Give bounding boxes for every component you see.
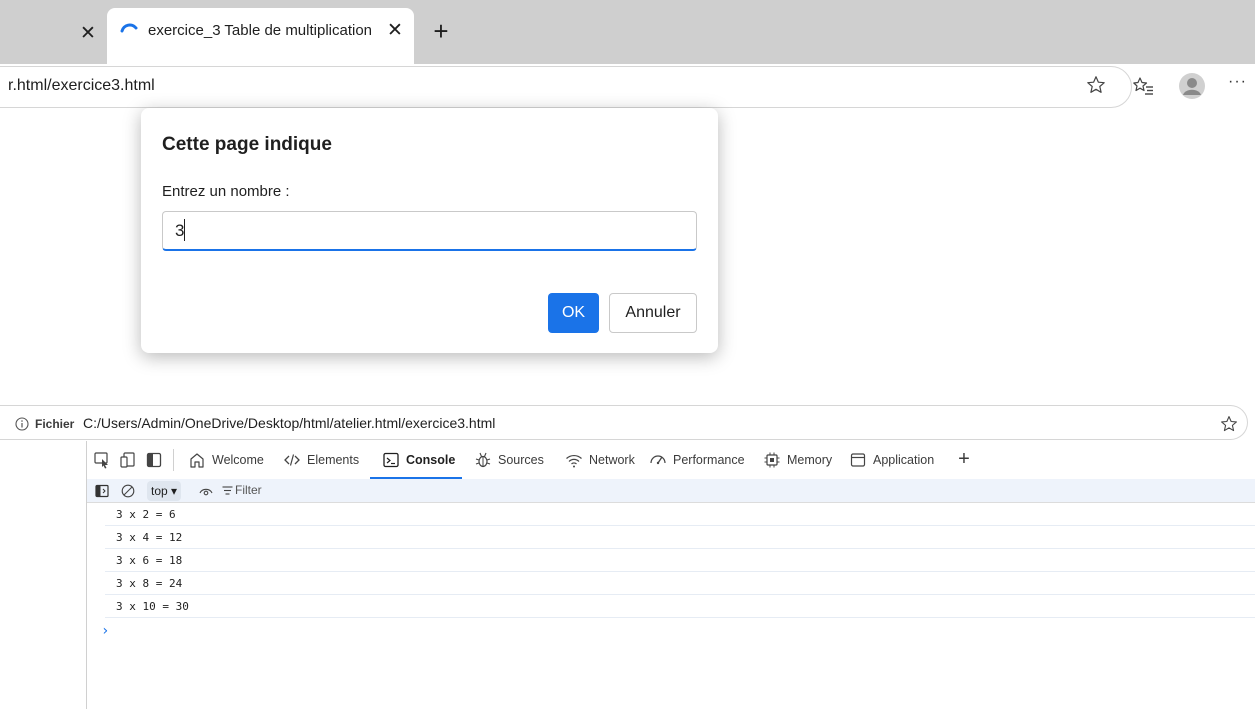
code-icon	[284, 454, 300, 466]
more-icon[interactable]: ···	[1228, 73, 1250, 95]
close-icon[interactable]: ✕	[78, 24, 98, 44]
favorites-icon[interactable]	[1133, 75, 1155, 97]
new-tab-button[interactable]: +	[428, 18, 454, 44]
tab-active[interactable]: exercice_3 Table de multiplication ✕	[107, 8, 414, 64]
tab-welcome[interactable]: Welcome	[188, 441, 272, 479]
devtools-panel: Welcome Elements Console Sources Network…	[86, 441, 1255, 709]
dock-icon[interactable]	[145, 451, 163, 469]
toolbar-divider	[173, 449, 174, 471]
console-line: 3 x 2 = 6	[105, 503, 1255, 526]
cancel-button[interactable]: Annuler	[609, 293, 697, 333]
clear-console-icon[interactable]	[121, 484, 135, 498]
tab-sources[interactable]: Sources	[474, 441, 554, 479]
filter-icon	[222, 486, 233, 495]
tab-strip: ✕ exercice_3 Table de multiplication ✕ +	[0, 0, 1255, 64]
console-icon	[383, 452, 399, 468]
address-text: r.html/exercice3.html	[8, 77, 155, 94]
browser-toolbar: r.html/exercice3.html ···	[0, 64, 1255, 110]
bug-icon	[475, 452, 491, 468]
console-prompt[interactable]: ›	[101, 623, 109, 639]
application-icon	[850, 453, 866, 467]
console-toolbar: top ▾ Filter	[87, 479, 1255, 503]
console-line: 3 x 6 = 18	[105, 549, 1255, 572]
sidebar-toggle-icon[interactable]	[95, 484, 109, 498]
devtools-address-bar[interactable]: Fichier C:/Users/Admin/OneDrive/Desktop/…	[0, 405, 1248, 440]
tab-elements[interactable]: Elements	[283, 441, 363, 479]
filter-input[interactable]: Filter	[235, 483, 262, 497]
context-selector[interactable]: top ▾	[147, 481, 182, 501]
device-emulation-icon[interactable]	[119, 451, 137, 469]
wifi-icon	[566, 454, 582, 468]
ok-button[interactable]: OK	[548, 293, 599, 333]
scheme-label: Fichier	[35, 417, 75, 431]
address-bar[interactable]: r.html/exercice3.html	[0, 66, 1132, 108]
tab-application[interactable]: Application	[849, 441, 945, 479]
profile-avatar-icon[interactable]	[1178, 72, 1206, 100]
info-icon[interactable]	[15, 417, 29, 431]
dialog-title: Cette page indique	[162, 134, 332, 155]
eye-icon[interactable]	[199, 484, 213, 498]
text-caret	[184, 219, 185, 241]
star-icon[interactable]	[1086, 75, 1106, 95]
dialog-message: Entrez un nombre :	[162, 183, 290, 200]
memory-icon	[764, 452, 780, 468]
tab-network[interactable]: Network	[565, 441, 649, 479]
performance-icon	[650, 455, 666, 465]
console-output: 3 x 2 = 6 3 x 4 = 12 3 x 6 = 18 3 x 8 = …	[87, 503, 1255, 618]
home-icon	[190, 453, 204, 468]
loading-spinner-icon	[120, 23, 138, 33]
tab-console[interactable]: Console	[370, 441, 462, 479]
tab-previous[interactable]: ✕	[0, 8, 107, 64]
prompt-input[interactable]: 3	[162, 211, 697, 251]
inspect-icon[interactable]	[93, 451, 111, 469]
tab-performance[interactable]: Performance	[649, 441, 753, 479]
console-line: 3 x 10 = 30	[105, 595, 1255, 618]
console-line: 3 x 4 = 12	[105, 526, 1255, 549]
console-line: 3 x 8 = 24	[105, 572, 1255, 595]
tab-memory[interactable]: Memory	[763, 441, 835, 479]
star-icon[interactable]	[1220, 415, 1238, 433]
add-tool-button[interactable]: +	[955, 449, 973, 469]
devtools-url: C:/Users/Admin/OneDrive/Desktop/html/ate…	[83, 415, 496, 431]
devtools-tab-bar: Welcome Elements Console Sources Network…	[87, 441, 1255, 479]
tab-title: exercice_3 Table de multiplication	[148, 22, 373, 39]
prompt-dialog: Cette page indique Entrez un nombre : 3 …	[141, 108, 718, 353]
close-icon[interactable]: ✕	[385, 21, 405, 41]
